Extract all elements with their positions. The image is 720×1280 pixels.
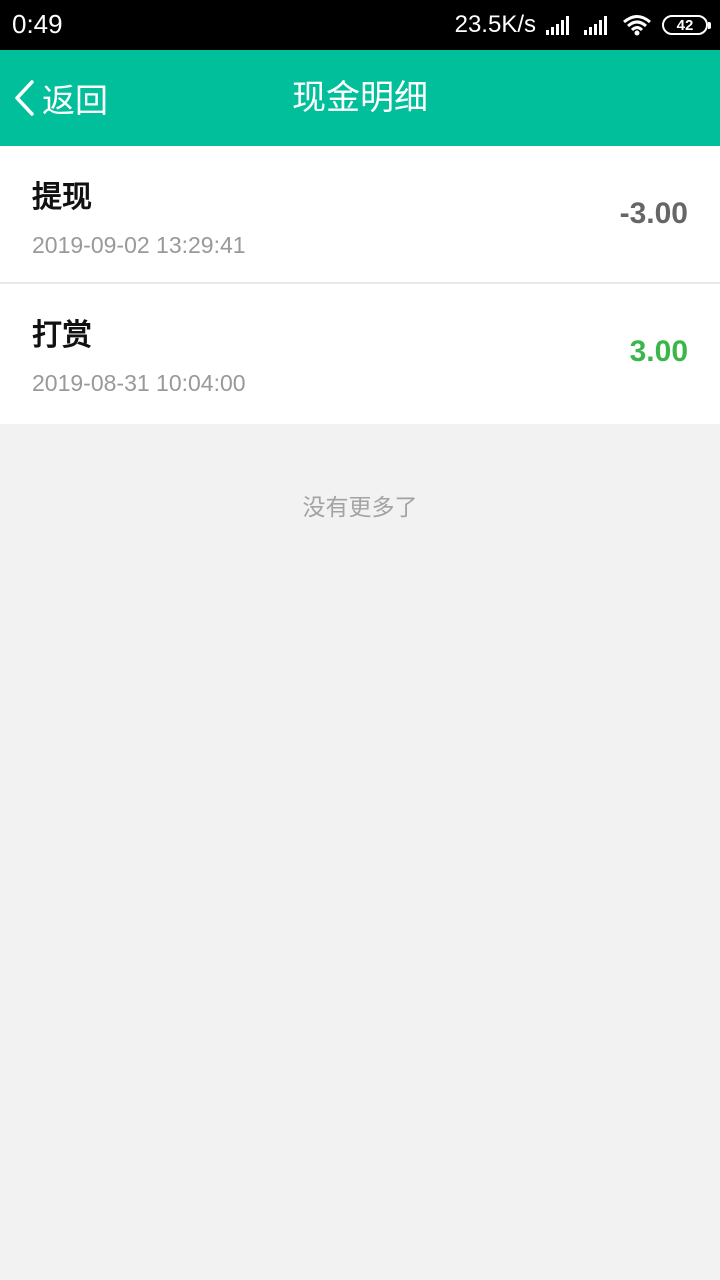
list-item[interactable]: 提现 2019-09-02 13:29:41 -3.00: [0, 146, 720, 284]
battery-icon: 42: [662, 15, 711, 35]
page-title: 现金明细: [292, 78, 428, 118]
status-time: 0:49: [12, 9, 63, 39]
cash-record-list: 提现 2019-09-02 13:29:41 -3.00 打赏 2019-08-…: [0, 146, 720, 424]
record-time: 2019-08-31 10:04:00: [32, 370, 246, 396]
back-label: 返回: [42, 81, 108, 120]
status-bar: 0:49 23.5K/s 42: [0, 0, 720, 50]
record-title: 打赏: [32, 318, 92, 353]
status-indicators: 23.5K/s 42: [454, 10, 711, 40]
record-title: 提现: [32, 180, 92, 215]
battery-level: 42: [676, 16, 694, 34]
record-amount: 3.00: [629, 335, 688, 368]
record-amount: -3.00: [619, 197, 688, 230]
record-time: 2019-09-02 13:29:41: [32, 232, 246, 258]
back-button[interactable]: 返回: [12, 50, 108, 146]
signal-icon-2: [584, 15, 612, 35]
signal-icon: [546, 15, 574, 35]
network-speed: 23.5K/s: [454, 11, 536, 38]
list-item[interactable]: 打赏 2019-08-31 10:04:00 3.00: [0, 284, 720, 424]
no-more-text: 没有更多了: [302, 495, 418, 521]
wifi-icon: [622, 14, 652, 36]
nav-bar: 返回 现金明细: [0, 50, 720, 146]
chevron-left-icon: [12, 78, 38, 118]
